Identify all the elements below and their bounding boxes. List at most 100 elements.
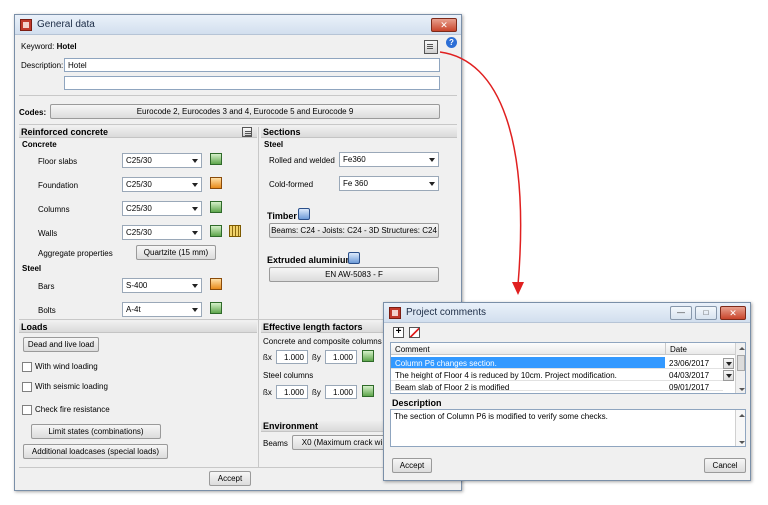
steel-beta-x-input[interactable]: 1.000 [276,385,308,399]
foundation-label: Foundation [38,181,79,190]
scroll-up-icon[interactable] [739,347,745,350]
description-input[interactable]: Hotel [64,58,440,72]
walls-select[interactable]: C25/30 [122,225,202,240]
aluminium-info-icon[interactable] [348,252,360,264]
close-button[interactable]: ✕ [431,18,457,32]
columns-select[interactable]: C25/30 [122,201,202,216]
app-icon [389,307,401,319]
aluminium-label: Extruded aluminium [267,255,354,265]
minimize-button[interactable]: — [670,306,692,320]
steel-elf-edit-icon[interactable] [362,385,374,397]
window-title: General data [37,19,95,30]
sections-steel-subheader: Steel [264,140,284,149]
dead-live-load-button[interactable]: Dead and live load [23,337,99,352]
beta-y-label: ßy [312,388,321,397]
description-heading: Description [392,398,442,408]
limit-states-button[interactable]: Limit states (combinations) [31,424,161,439]
beams-env-button[interactable]: X0 (Maximum crack wi [292,435,392,450]
chevron-down-icon [192,183,198,187]
chevron-down-icon [429,158,435,162]
concrete-beta-x-input[interactable]: 1.000 [276,350,308,364]
bars-edit-icon[interactable] [210,278,222,290]
table-row[interactable]: Beam slab of Floor 2 is modified [391,381,665,391]
seismic-loading-label: With seismic loading [35,382,108,391]
chevron-down-icon [192,159,198,163]
description-label: Description: [21,61,64,70]
steel-beta-y-input[interactable]: 1.000 [325,385,357,399]
date-dropdown[interactable] [723,358,734,369]
date-column-header[interactable]: Date [665,343,735,355]
chevron-down-icon [192,284,198,288]
foundation-select[interactable]: C25/30 [122,177,202,192]
walls-edit-icon[interactable] [210,225,222,237]
codes-button[interactable]: Eurocode 2, Eurocodes 3 and 4, Eurocode … [50,104,440,119]
app-icon [20,19,32,31]
accept-button[interactable]: Accept [209,471,251,486]
wind-loading-label: With wind loading [35,362,98,371]
comments-cancel-button[interactable]: Cancel [704,458,746,473]
additional-loadcases-button[interactable]: Additional loadcases (special loads) [23,444,168,459]
scroll-thumb[interactable] [737,355,745,371]
maximize-button[interactable]: □ [695,306,717,320]
divider [19,95,457,96]
reinforced-concrete-header: Reinforced concrete [19,127,257,138]
aluminium-button[interactable]: EN AW-5083 - F [269,267,439,282]
steel-subheader: Steel [22,264,42,273]
concrete-beta-y-input[interactable]: 1.000 [325,350,357,364]
comments-title-bar[interactable]: Project comments — □ ✕ [384,303,750,323]
concrete-columns-label: Concrete and composite columns [263,337,382,346]
delete-comment-icon[interactable] [409,327,420,338]
column-divider [258,127,259,467]
bars-select[interactable]: S-400 [122,278,202,293]
comments-table: Comment Date Column P6 changes section. … [390,342,746,394]
table-row-date[interactable]: 09/01/2017 [665,381,723,391]
aggregate-button[interactable]: Quartzite (15 mm) [136,245,216,260]
chevron-down-icon [192,308,198,312]
divider [19,124,457,125]
add-comment-icon[interactable]: + [393,327,404,338]
comments-accept-button[interactable]: Accept [392,458,432,473]
walls-table-icon[interactable] [229,225,241,237]
table-scrollbar[interactable] [735,343,745,393]
concrete-elf-edit-icon[interactable] [362,350,374,362]
bolts-edit-icon[interactable] [210,302,222,314]
table-row-date[interactable]: 23/06/2017 [665,357,723,369]
seismic-loading-checkbox[interactable] [22,382,32,392]
bolts-select[interactable]: A-4t [122,302,202,317]
scroll-down-icon[interactable] [739,441,745,444]
table-row[interactable]: The height of Floor 4 is reduced by 10cm… [391,369,665,381]
timber-label: Timber [267,211,297,221]
cold-formed-label: Cold-formed [269,180,314,189]
rolled-welded-select[interactable]: Fe360 [339,152,439,167]
comments-window-title: Project comments [406,307,487,318]
date-dropdown[interactable] [723,370,734,381]
sections-header: Sections [261,127,457,138]
timber-info-icon[interactable] [298,208,310,220]
description-text: The section of Column P6 is modified to … [394,412,608,421]
foundation-edit-icon[interactable] [210,177,222,189]
concrete-settings-icon[interactable] [242,127,252,137]
project-comments-icon[interactable] [424,40,438,54]
timber-button[interactable]: Beams: C24 - Joists: C24 - 3D Structures… [269,223,439,238]
description-textarea[interactable]: The section of Column P6 is modified to … [390,409,746,447]
comments-close-button[interactable]: ✕ [720,306,746,320]
keyword-label: Keyword: Hotel [21,42,77,51]
comment-column-header[interactable]: Comment [391,343,665,355]
scroll-down-icon[interactable] [739,388,745,391]
scroll-up-icon[interactable] [739,414,745,417]
floor-slabs-select[interactable]: C25/30 [122,153,202,168]
help-icon[interactable]: ? [446,37,457,48]
connector-arrow-head [512,282,524,295]
columns-edit-icon[interactable] [210,201,222,213]
rolled-welded-label: Rolled and welded [269,156,335,165]
wind-loading-checkbox[interactable] [22,362,32,372]
table-row-date[interactable]: 04/03/2017 [665,369,723,381]
description-input-line2[interactable] [64,76,440,90]
floor-slabs-edit-icon[interactable] [210,153,222,165]
table-row[interactable]: Column P6 changes section. [391,357,665,369]
cold-formed-select[interactable]: Fe 360 [339,176,439,191]
fire-resistance-checkbox[interactable] [22,405,32,415]
keyword-value: Hotel [56,42,77,51]
description-scrollbar[interactable] [735,410,745,446]
title-bar[interactable]: General data ✕ [15,15,461,35]
